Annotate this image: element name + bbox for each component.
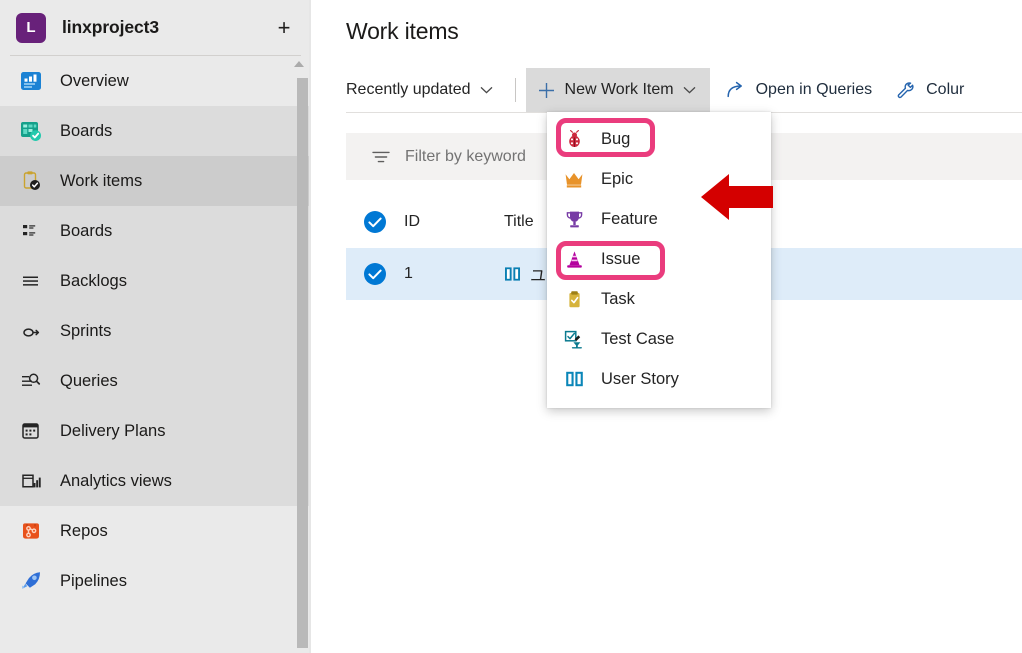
- row-checkbox[interactable]: [346, 263, 404, 285]
- open-in-queries-label: Open in Queries: [755, 81, 873, 98]
- sidebar-item-label: Boards: [60, 221, 113, 240]
- sidebar-item-backlogs[interactable]: Backlogs: [0, 256, 311, 306]
- sidebar-item-label: Overview: [60, 71, 129, 90]
- project-avatar: L: [16, 12, 46, 43]
- overview-icon: [14, 69, 48, 93]
- sidebar-item-work-items[interactable]: Work items: [0, 156, 311, 206]
- menu-item-task[interactable]: Task: [547, 279, 771, 319]
- column-header-id[interactable]: ID: [404, 213, 504, 231]
- issue-icon: [561, 250, 587, 269]
- sidebar-item-repos[interactable]: Repos: [0, 506, 311, 556]
- sprints-icon: [14, 319, 48, 343]
- checkmark-icon: [364, 263, 386, 285]
- menu-item-label: Feature: [601, 209, 658, 228]
- sidebar-item-label: Boards: [60, 121, 113, 140]
- test-case-icon: [561, 330, 587, 349]
- view-selector-button[interactable]: Recently updated: [346, 70, 503, 110]
- sidebar-item-queries[interactable]: Queries: [0, 356, 311, 406]
- queries-icon: [14, 369, 48, 393]
- repos-icon: [14, 519, 48, 543]
- boards-grid-icon: [14, 219, 48, 243]
- add-icon[interactable]: +: [271, 15, 297, 41]
- sidebar-item-label: Pipelines: [60, 571, 127, 590]
- sidebar-scrollbar[interactable]: [297, 78, 308, 648]
- menu-item-label: Epic: [601, 169, 634, 188]
- sidebar-item-boards-hub[interactable]: Boards: [0, 106, 311, 156]
- menu-item-label: Bug: [601, 129, 631, 148]
- new-work-item-label: New Work Item: [564, 81, 674, 98]
- sidebar-item-label: Repos: [60, 521, 108, 540]
- user-story-icon: [561, 370, 587, 388]
- column-options-button[interactable]: Colur: [886, 70, 974, 110]
- new-work-item-button[interactable]: New Work Item: [525, 68, 710, 112]
- project-header: L linxproject3 +: [0, 0, 311, 55]
- project-name: linxproject3: [62, 17, 160, 37]
- app-root: L linxproject3 + Overview Boards Work it…: [0, 0, 1022, 653]
- sidebar-item-label: Sprints: [60, 321, 112, 340]
- menu-item-label: User Story: [601, 369, 679, 388]
- menu-item-issue[interactable]: Issue: [547, 239, 771, 279]
- sidebar-item-sprints[interactable]: Sprints: [0, 306, 311, 356]
- pipelines-icon: [14, 569, 48, 593]
- chevron-down-icon: [683, 86, 696, 94]
- column-options-label: Colur: [926, 81, 965, 98]
- sidebar-item-label: Analytics views: [60, 471, 172, 490]
- menu-item-user-story[interactable]: User Story: [547, 359, 771, 399]
- row-id: 1: [404, 265, 413, 282]
- work-items-icon: [14, 169, 48, 193]
- task-icon: [561, 290, 587, 309]
- new-work-item-menu: Bug Epic Feature Issue Task Test Case Us…: [547, 112, 771, 408]
- analytics-views-icon: [14, 469, 48, 493]
- sidebar-item-overview[interactable]: Overview: [0, 56, 311, 106]
- menu-item-label: Test Case: [601, 329, 675, 348]
- open-in-queries-button[interactable]: Open in Queries: [716, 70, 883, 110]
- sidebar-item-analytics-views[interactable]: Analytics views: [0, 456, 311, 506]
- checkmark-icon: [364, 211, 386, 233]
- sidebar-nav: Overview Boards Work items Boards Backlo…: [0, 56, 311, 653]
- sidebar-item-label: Queries: [60, 371, 118, 390]
- filter-icon: [372, 150, 390, 164]
- boards-hub-icon: [14, 119, 48, 143]
- sidebar-item-label: Work items: [60, 171, 143, 190]
- sidebar-edge: [309, 0, 311, 653]
- plus-icon: [538, 82, 555, 99]
- open-link-icon: [726, 81, 746, 99]
- sidebar: L linxproject3 + Overview Boards Work it…: [0, 0, 311, 653]
- sidebar-scrollbar-thumb[interactable]: [297, 78, 308, 648]
- menu-item-label: Task: [601, 289, 635, 308]
- bug-icon: [561, 129, 587, 149]
- toolbar-divider: [514, 78, 516, 102]
- toolbar: Recently updated New Work Item Open in Q…: [313, 68, 1022, 112]
- delivery-plans-icon: [14, 419, 48, 443]
- sidebar-item-pipelines[interactable]: Pipelines: [0, 556, 311, 606]
- user-story-icon: [504, 266, 521, 282]
- sidebar-item-label: Delivery Plans: [60, 421, 166, 440]
- sidebar-item-delivery-plans[interactable]: Delivery Plans: [0, 406, 311, 456]
- select-all-checkbox[interactable]: [346, 211, 404, 233]
- sidebar-item-boards[interactable]: Boards: [0, 206, 311, 256]
- view-selector-label: Recently updated: [346, 81, 471, 98]
- epic-icon: [561, 171, 587, 188]
- feature-icon: [561, 210, 587, 229]
- menu-item-label: Issue: [601, 249, 641, 268]
- scroll-up-arrow-icon[interactable]: [293, 60, 305, 68]
- sidebar-item-label: Backlogs: [60, 271, 127, 290]
- menu-item-test-case[interactable]: Test Case: [547, 319, 771, 359]
- backlogs-icon: [14, 269, 48, 293]
- red-arrow-annotation: [701, 174, 773, 220]
- wrench-icon: [896, 81, 916, 100]
- menu-item-bug[interactable]: Bug: [547, 119, 771, 159]
- chevron-down-icon: [480, 86, 493, 94]
- page-title: Work items: [346, 18, 459, 44]
